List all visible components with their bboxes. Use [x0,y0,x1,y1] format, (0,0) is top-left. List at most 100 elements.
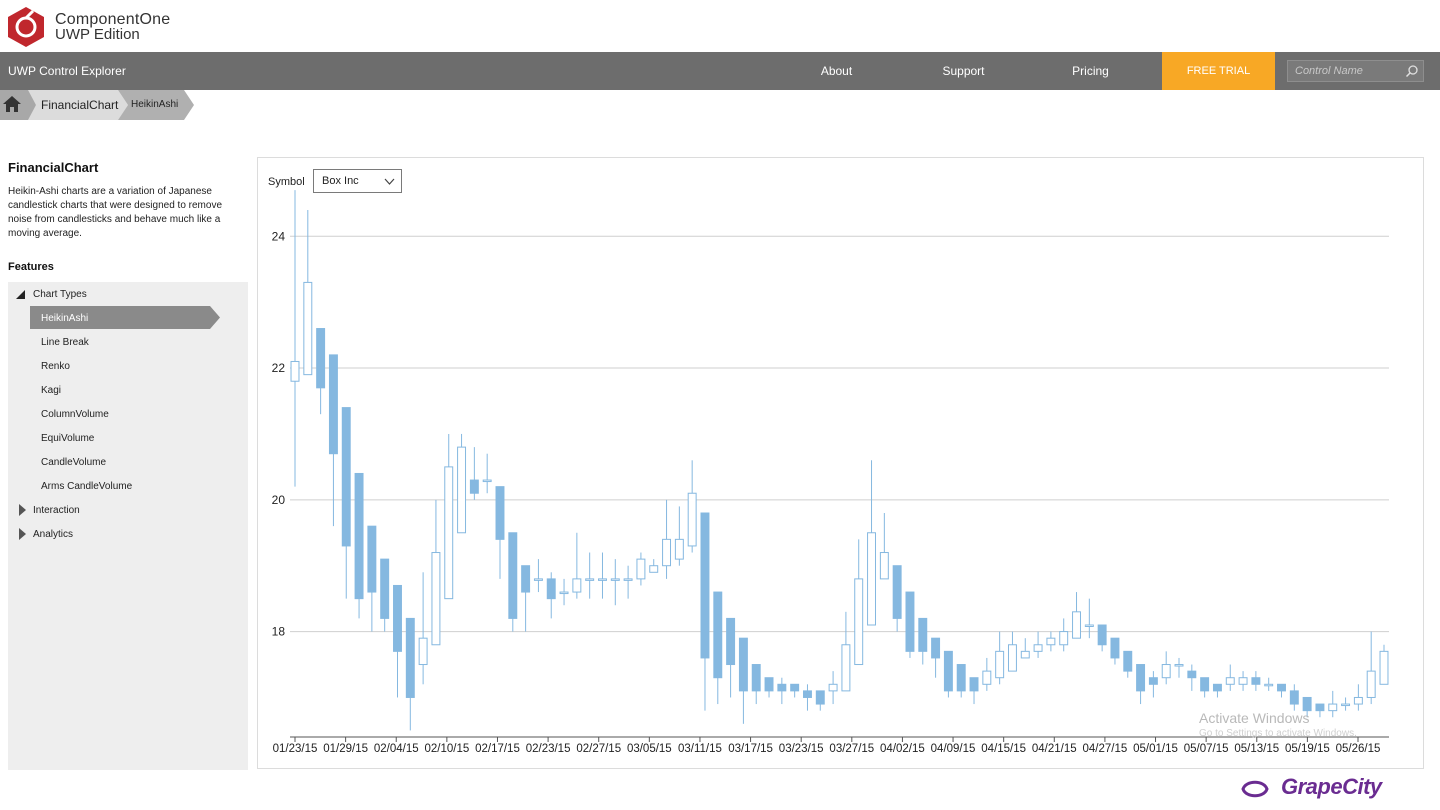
nav-link-support[interactable]: Support [900,64,1027,78]
candle-body [956,664,966,692]
candle-body [1200,677,1210,692]
candle-body [802,690,812,698]
symbol-label: Symbol [268,176,305,188]
candle-body [598,578,607,581]
candle-body [982,670,992,685]
x-tick-label: 05/26/15 [1336,743,1381,755]
feature-tree: Chart Types HeikinAshi Line Break Renko … [8,282,248,770]
tree-item-heikinashi[interactable]: HeikinAshi [41,313,88,324]
candle-body [777,683,787,692]
control-search-input[interactable] [1288,61,1404,81]
candle-body [1123,650,1133,672]
candle-body [546,578,556,600]
candle-body [469,479,479,494]
candle-body [623,578,633,581]
grapecity-logo-icon [1241,780,1269,798]
heikin-ashi-chart[interactable]: 18 20 22 24 01/23/15 01/29/15 02/04/15 02/10/15… [257,157,1424,769]
x-tick-label: 02/17/15 [475,743,520,755]
tree-item-arms-candlevolume[interactable]: Arms CandleVolume [41,481,132,492]
candle-body [969,677,979,692]
candle-body [1174,664,1184,667]
candle-body [328,354,338,455]
candle-body [636,558,646,580]
expanded-triangle-icon[interactable] [16,290,25,299]
candle-body [303,281,313,376]
nav-link-pricing[interactable]: Pricing [1027,64,1154,78]
candle-body [751,664,761,692]
x-tick-label: 03/27/15 [829,743,874,755]
componentone-logo-icon [8,7,44,47]
candle-body [1238,677,1248,685]
tree-item-kagi[interactable]: Kagi [41,385,61,396]
candle-body [316,328,326,389]
tree-item-equivolume[interactable]: EquiVolume [41,433,94,444]
chevron-down-icon [384,178,395,185]
candle-body [931,637,941,659]
candle-body [1046,637,1056,646]
candle-body [892,565,902,619]
free-trial-button[interactable]: FREE TRIAL [1162,52,1275,90]
tree-group-chart-types[interactable]: Chart Types [33,289,87,300]
control-search [1287,60,1424,82]
symbol-dropdown-value: Box Inc [322,175,359,187]
sidebar-title: FinancialChart [8,160,99,175]
nav-link-about[interactable]: About [773,64,900,78]
candle-body [405,617,415,698]
y-tick-label: 18 [272,625,286,639]
candle-body [1072,611,1081,639]
nav-title[interactable]: UWP Control Explorer [8,64,126,78]
search-icon[interactable] [1405,64,1419,78]
x-tick-label: 04/09/15 [931,743,976,755]
x-tick-label: 03/05/15 [627,743,672,755]
tree-item-columnvolume[interactable]: ColumnVolume [41,409,109,420]
tree-item-renko[interactable]: Renko [41,361,70,372]
candle-body [828,683,838,692]
candle-body [879,552,889,580]
candle-body [610,578,620,581]
home-icon[interactable] [0,90,36,120]
x-tick-label: 03/23/15 [779,743,824,755]
symbol-dropdown[interactable]: Box Inc [313,169,402,193]
x-tick-label: 05/19/15 [1285,743,1330,755]
candle-body [995,650,1005,679]
candle-body [918,617,928,652]
tree-item-candlevolume[interactable]: CandleVolume [41,457,106,468]
candle-body [418,637,428,666]
candle-body [444,466,454,600]
y-tick-label: 24 [272,229,286,243]
candle-body [393,584,402,652]
candle-body [1264,683,1274,687]
candle-body [457,446,467,534]
tree-item-line-break[interactable]: Line Break [41,337,89,348]
candle-body [1289,690,1299,705]
grapecity-logo-text: GrapeCity [1281,774,1382,799]
brand-line2: UWP Edition [55,26,140,43]
candle-body [854,578,864,666]
collapsed-triangle-icon[interactable] [19,504,26,516]
collapsed-triangle-icon[interactable] [19,528,26,540]
x-tick-label: 04/15/15 [981,743,1026,755]
x-tick-label: 02/23/15 [526,743,571,755]
header-logo-bar: ComponentOne UWP Edition [0,0,1440,52]
tree-group-analytics[interactable]: Analytics [33,529,73,540]
candle-body [1277,683,1286,692]
candle-body [1033,644,1043,652]
candle-body [1007,644,1017,672]
candle-body [1148,677,1158,685]
candle-body [585,578,595,581]
candle-body [521,565,531,593]
candle-body [1225,677,1235,685]
x-tick-label: 01/29/15 [323,743,368,755]
candle-body [508,532,518,619]
tree-group-interaction[interactable]: Interaction [33,505,80,516]
candle-body [533,578,543,581]
x-tick-label: 05/07/15 [1184,743,1229,755]
candle-body [726,617,736,666]
x-tick-label: 04/02/15 [880,743,925,755]
candle-body [815,690,825,705]
x-tick-label: 04/21/15 [1032,743,1077,755]
candle-body [1059,631,1069,646]
candle-body [1187,670,1197,679]
candle-body [1302,696,1312,712]
candle-body [674,538,684,560]
